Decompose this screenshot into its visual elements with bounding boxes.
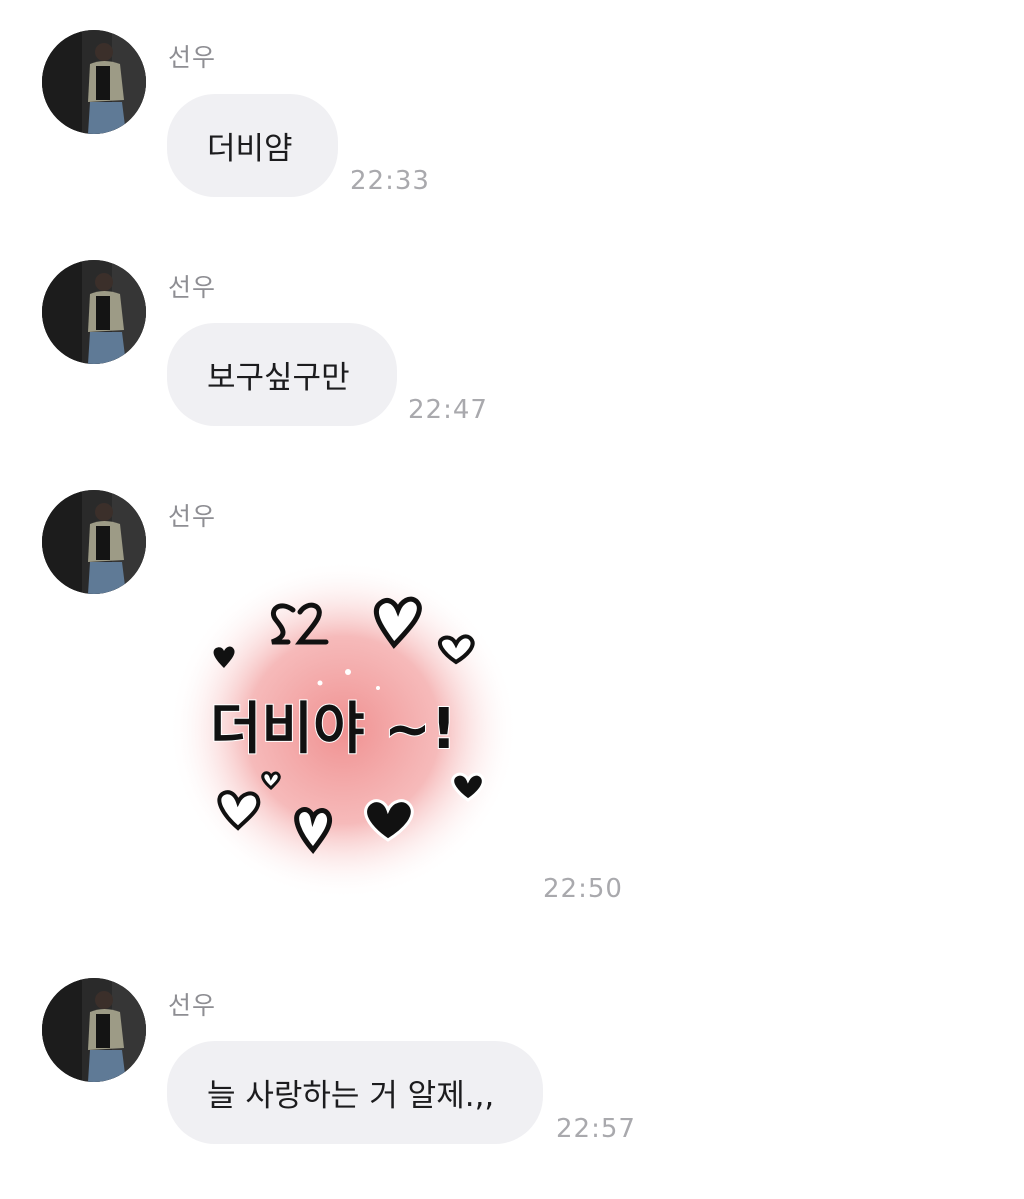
heart-sticker[interactable]: 더비야 ~! (168, 550, 538, 905)
sticker-text: 더비야 ~! (210, 697, 457, 762)
sender-avatar[interactable] (42, 490, 146, 594)
sender-name: 선우 (168, 273, 217, 302)
message-timestamp: 22:50 (543, 874, 623, 904)
sender-avatar[interactable] (42, 30, 146, 134)
sender-name: 선우 (168, 991, 217, 1020)
message-timestamp: 22:33 (350, 166, 430, 196)
sender-avatar[interactable] (42, 260, 146, 364)
sender-name: 선우 (168, 502, 217, 531)
message-bubble[interactable]: 더비얌 (167, 94, 338, 197)
message-timestamp: 22:57 (556, 1114, 636, 1144)
message-bubble[interactable]: 보구싶구만 (167, 323, 397, 426)
message-bubble[interactable]: 늘 사랑하는 거 알제.,, (167, 1041, 543, 1144)
sender-avatar[interactable] (42, 978, 146, 1082)
message-timestamp: 22:47 (408, 395, 488, 425)
sender-name: 선우 (168, 43, 217, 72)
chat-thread: 선우 더비얌 22:33 선우 보구싶구만 22:47 선우 더비야 ~! 22… (0, 0, 1024, 1199)
